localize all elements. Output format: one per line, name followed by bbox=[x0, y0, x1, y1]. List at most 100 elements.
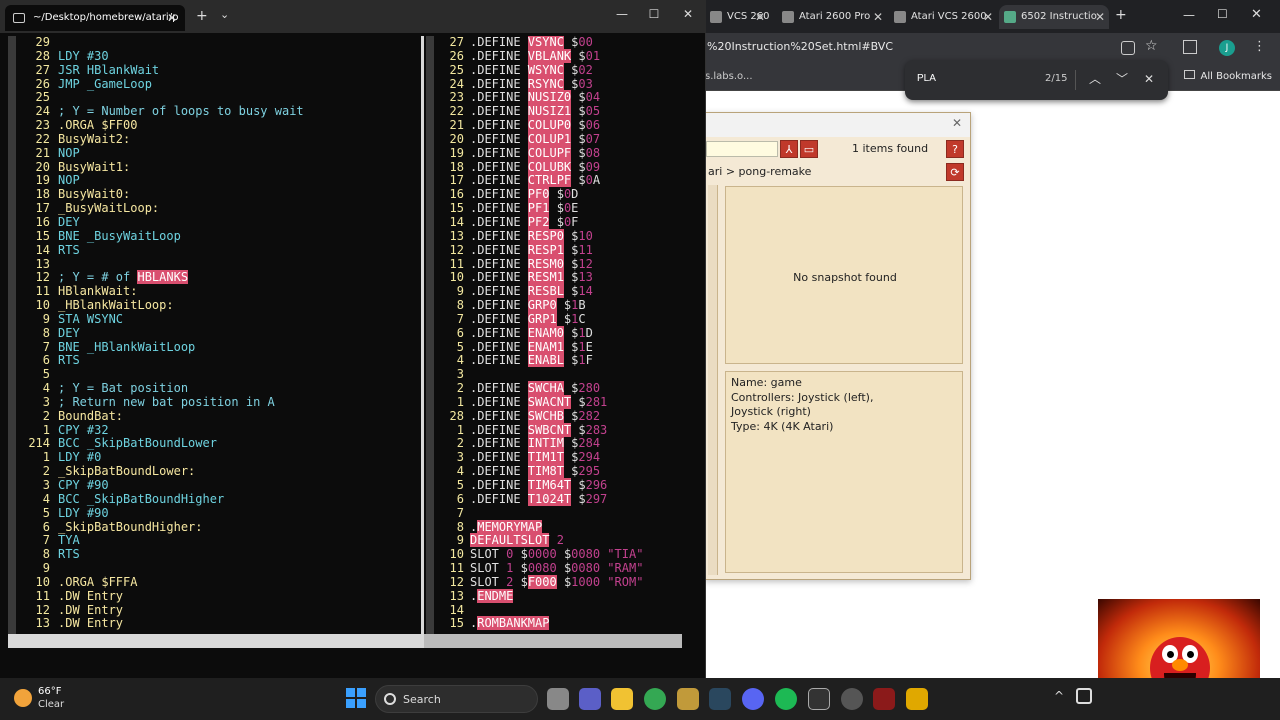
discord-icon[interactable] bbox=[742, 688, 764, 710]
code-line[interactable]: 6 .DEFINE ENAM0 $1D bbox=[436, 325, 643, 341]
code-line[interactable]: 12 .DEFINE RESP1 $11 bbox=[436, 242, 643, 258]
code-line[interactable]: 14 .DEFINE PF2 $0F bbox=[436, 214, 643, 230]
new-tab-icon[interactable]: + bbox=[1115, 7, 1127, 23]
menu-icon[interactable]: ⋮ bbox=[1253, 39, 1266, 54]
code-line[interactable]: 21 NOP bbox=[18, 146, 304, 161]
code-line[interactable]: 13 bbox=[18, 257, 304, 272]
obs-icon[interactable] bbox=[841, 688, 863, 710]
network-icon[interactable] bbox=[1076, 688, 1092, 704]
star-icon[interactable]: ☆ bbox=[1145, 38, 1158, 54]
code-line[interactable]: 19 NOP bbox=[18, 174, 304, 188]
code-line[interactable]: 3 CPY #90 bbox=[18, 478, 304, 493]
code-line[interactable]: 25 bbox=[18, 91, 304, 105]
code-line[interactable]: 10 .DEFINE RESM1 $13 bbox=[436, 270, 643, 285]
code-line[interactable]: 15 .ROMBANKMAP bbox=[436, 616, 643, 631]
code-line[interactable]: 23 .DEFINE NUSIZ0 $04 bbox=[436, 90, 643, 105]
close-icon[interactable]: ✕ bbox=[983, 5, 993, 29]
address-bar[interactable]: %20Instruction%20Set.html#BVC ☆ J ⋮ bbox=[705, 33, 1280, 63]
code-line[interactable]: 8 .MEMORYMAP bbox=[436, 519, 643, 535]
code-line[interactable]: 15 BNE _BusyWaitLoop bbox=[18, 229, 304, 244]
code-line[interactable]: 27 JSR HBlankWait bbox=[18, 63, 304, 78]
code-line[interactable]: 28 LDY #30 bbox=[18, 49, 304, 64]
code-line[interactable]: 21 .DEFINE COLUP0 $06 bbox=[436, 118, 643, 133]
extensions-icon[interactable] bbox=[1183, 40, 1197, 54]
code-line[interactable]: 9 .DEFINE RESBL $14 bbox=[436, 284, 643, 299]
close-icon[interactable]: ✕ bbox=[1095, 5, 1105, 29]
code-line[interactable]: 5 .DEFINE TIM64T $296 bbox=[436, 478, 643, 493]
folder-icon[interactable]: ▭ bbox=[800, 140, 818, 158]
code-line[interactable]: 1 LDY #0 bbox=[18, 450, 304, 465]
rom-search-input[interactable] bbox=[706, 141, 778, 157]
code-line[interactable]: 22 BusyWait2: bbox=[18, 132, 304, 147]
code-line[interactable]: 4 ; Y = Bat position bbox=[18, 381, 304, 396]
find-previous-icon[interactable]: ︿ bbox=[1086, 70, 1104, 88]
code-line[interactable]: 14 bbox=[436, 603, 643, 618]
code-line[interactable]: 16 .DEFINE PF0 $0D bbox=[436, 187, 643, 202]
reload-icon[interactable]: ⟳ bbox=[946, 163, 964, 181]
code-line[interactable]: 11 SLOT 1 $0080 $0080 "RAM" bbox=[436, 561, 644, 576]
code-line[interactable]: 7 TYA bbox=[18, 533, 304, 548]
code-line[interactable]: 214 BCC _SkipBatBoundLower bbox=[18, 437, 304, 451]
code-line[interactable]: 4 .DEFINE TIM8T $295 bbox=[436, 464, 643, 479]
code-line[interactable]: 6 _SkipBatBoundHigher: bbox=[18, 520, 304, 535]
weather-widget[interactable]: 66°F Clear bbox=[14, 686, 94, 714]
code-line[interactable]: 8 RTS bbox=[18, 547, 304, 562]
code-line[interactable]: 4 .DEFINE ENABL $1F bbox=[436, 353, 643, 368]
task-view-icon[interactable] bbox=[547, 688, 569, 710]
browser-tab[interactable]: VCS 2600✕ bbox=[705, 5, 769, 29]
close-icon[interactable]: ✕ bbox=[873, 5, 883, 29]
code-line[interactable]: 17 _BusyWaitLoop: bbox=[18, 201, 304, 216]
code-line[interactable]: 13 .DEFINE RESP0 $10 bbox=[436, 228, 643, 244]
code-line[interactable]: 19 .DEFINE COLUPF $08 bbox=[436, 145, 643, 161]
bookmark-item[interactable]: s.labs.o... bbox=[705, 71, 753, 82]
close-icon[interactable]: ✕ bbox=[952, 116, 962, 130]
code-line[interactable]: 11 HBlankWait: bbox=[18, 284, 304, 299]
code-line[interactable]: 12 ; Y = # of HBLANKS bbox=[18, 270, 304, 285]
person-icon[interactable]: ⅄ bbox=[780, 140, 798, 158]
taskbar-search[interactable]: Search bbox=[375, 685, 538, 713]
code-line[interactable]: 7 BNE _HBlankWaitLoop bbox=[18, 340, 304, 355]
code-line[interactable]: 13 .ENDME bbox=[436, 588, 643, 604]
code-line[interactable]: 26 .DEFINE VBLANK $01 bbox=[436, 48, 643, 64]
code-line[interactable]: 20 .DEFINE COLUP1 $07 bbox=[436, 131, 643, 147]
code-line[interactable]: 12 .DW Entry bbox=[18, 603, 304, 618]
start-icon[interactable] bbox=[346, 688, 366, 708]
close-window-icon[interactable]: ✕ bbox=[678, 7, 698, 25]
find-next-icon[interactable]: ﹀ bbox=[1113, 70, 1131, 88]
code-line[interactable]: 9 STA WSYNC bbox=[18, 312, 304, 327]
browser-tab[interactable]: Atari VCS 2600 ✕ bbox=[889, 5, 997, 29]
code-line[interactable]: 9 DEFAULTSLOT 2 bbox=[436, 533, 643, 548]
close-icon[interactable]: ✕ bbox=[167, 5, 177, 31]
code-line[interactable]: 2 .DEFINE INTIM $284 bbox=[436, 436, 643, 451]
code-line[interactable]: 6 RTS bbox=[18, 353, 304, 368]
atari-icon[interactable] bbox=[873, 688, 895, 710]
page-icon[interactable] bbox=[1121, 41, 1135, 55]
code-line[interactable]: 5 .DEFINE ENAM1 $1E bbox=[436, 339, 643, 355]
close-icon[interactable]: ✕ bbox=[755, 5, 765, 29]
editor-pane-left[interactable]: 29 28 LDY #30 27 JSR HBlankWait 26 JMP _GameL… bbox=[8, 36, 420, 634]
calculator-icon[interactable] bbox=[677, 688, 699, 710]
emulator-icon[interactable] bbox=[906, 688, 928, 710]
code-line[interactable]: 15 .DEFINE PF1 $0E bbox=[436, 201, 643, 216]
code-line[interactable]: 1 CPY #32 bbox=[18, 423, 304, 438]
code-line[interactable]: 18 .DEFINE COLUBK $09 bbox=[436, 159, 643, 175]
file-explorer-icon[interactable] bbox=[611, 688, 633, 710]
code-line[interactable]: 28 .DEFINE SWCHB $282 bbox=[436, 408, 643, 424]
find-input[interactable]: PLA bbox=[917, 73, 936, 84]
rom-list-scrollbar[interactable] bbox=[708, 185, 718, 575]
all-bookmarks[interactable]: All Bookmarks bbox=[1183, 70, 1272, 82]
teams-icon[interactable] bbox=[579, 688, 601, 710]
code-line[interactable]: 3 bbox=[436, 367, 643, 382]
browser-tab[interactable]: Atari 2600 Pro ✕ bbox=[777, 5, 887, 29]
code-line[interactable]: 11 .DEFINE RESM0 $12 bbox=[436, 256, 643, 272]
code-line[interactable]: 2 BoundBat: bbox=[18, 409, 304, 424]
code-line[interactable]: 24 .DEFINE RSYNC $03 bbox=[436, 76, 643, 92]
chrome-icon[interactable] bbox=[644, 688, 666, 710]
chevron-down-icon[interactable]: ⌄ bbox=[220, 8, 229, 21]
profile-avatar[interactable]: J bbox=[1219, 40, 1235, 56]
maximize-icon[interactable]: ☐ bbox=[644, 7, 664, 25]
code-line[interactable]: 23 .ORGA $FF00 bbox=[18, 118, 304, 133]
code-line[interactable]: 6 .DEFINE T1024T $297 bbox=[436, 491, 643, 507]
code-line[interactable]: 1 .DEFINE SWBCNT $283 bbox=[436, 422, 643, 438]
code-line[interactable]: 8 .DEFINE GRP0 $1B bbox=[436, 298, 643, 313]
